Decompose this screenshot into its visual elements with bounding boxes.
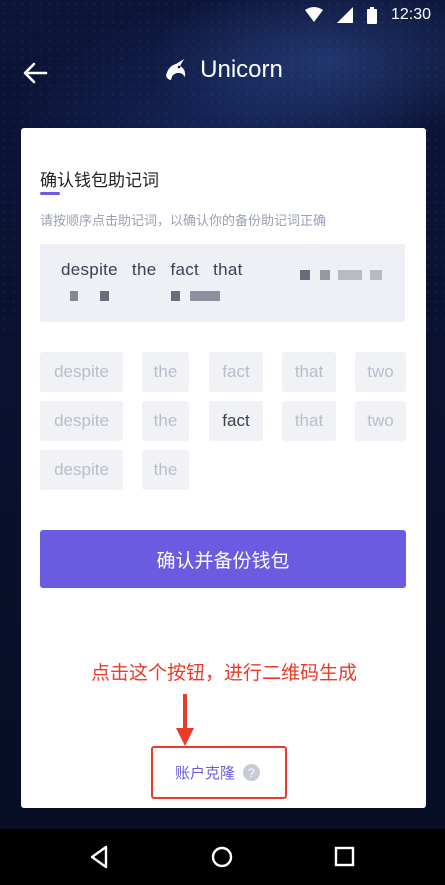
word-button[interactable]: fact: [209, 401, 263, 441]
word-button[interactable]: two: [355, 352, 406, 392]
account-clone-link[interactable]: 账户克隆 ?: [175, 762, 261, 783]
recents-square-icon[interactable]: [331, 843, 359, 871]
word-button[interactable]: the: [142, 352, 189, 392]
status-bar: 12:30: [0, 0, 445, 32]
status-icons: 12:30: [304, 6, 431, 24]
word-button[interactable]: that: [282, 401, 336, 441]
header-title-group: Unicorn: [0, 56, 445, 84]
selected-words-area: despite the fact that: [40, 244, 405, 322]
selected-word[interactable]: that: [213, 260, 243, 280]
word-button[interactable]: that: [282, 352, 336, 392]
wifi-icon: [304, 7, 323, 22]
help-icon[interactable]: ?: [243, 764, 261, 781]
card-title: 确认钱包助记词: [40, 171, 159, 190]
redacted-word: [171, 291, 180, 301]
word-button[interactable]: despite: [40, 352, 123, 392]
selected-word[interactable]: fact: [170, 260, 199, 280]
home-circle-icon[interactable]: [208, 843, 236, 871]
battery-icon: [366, 6, 377, 24]
signal-icon: [336, 7, 353, 23]
unicorn-logo-icon: [166, 59, 186, 80]
account-clone-label: 账户克隆: [175, 764, 236, 782]
app-header: Unicorn: [0, 46, 445, 98]
selected-word[interactable]: the: [132, 260, 157, 280]
word-button[interactable]: fact: [209, 352, 263, 392]
redacted-word: [300, 270, 310, 280]
card-subtitle: 请按顺序点击助记词，以确认你的备份助记词正确: [40, 213, 327, 228]
redacted-word: [190, 291, 220, 301]
title-underline: [40, 192, 60, 195]
redacted-word: [370, 270, 382, 280]
back-triangle-icon[interactable]: [86, 843, 114, 871]
redacted-word: [320, 270, 330, 280]
word-button[interactable]: two: [355, 401, 406, 441]
word-button[interactable]: the: [142, 450, 189, 490]
app-title: Unicorn: [200, 56, 283, 83]
redacted-word: [100, 291, 109, 301]
status-time: 12:30: [390, 6, 431, 23]
word-button[interactable]: the: [142, 401, 189, 441]
selected-word[interactable]: despite: [61, 260, 118, 280]
mnemonic-confirm-card: 确认钱包助记词 请按顺序点击助记词，以确认你的备份助记词正确 despite t…: [21, 128, 426, 808]
word-button[interactable]: despite: [40, 450, 123, 490]
selected-words-row: despite the fact that: [61, 260, 243, 280]
redacted-word: [70, 291, 78, 301]
redacted-word: [338, 270, 362, 280]
annotation-text: 点击这个按钮，进行二维码生成: [91, 662, 358, 684]
system-nav-bar: [0, 829, 445, 885]
confirm-backup-button[interactable]: 确认并备份钱包: [40, 530, 406, 588]
word-button[interactable]: despite: [40, 401, 123, 441]
annotation-arrow-head-icon: [176, 728, 194, 746]
